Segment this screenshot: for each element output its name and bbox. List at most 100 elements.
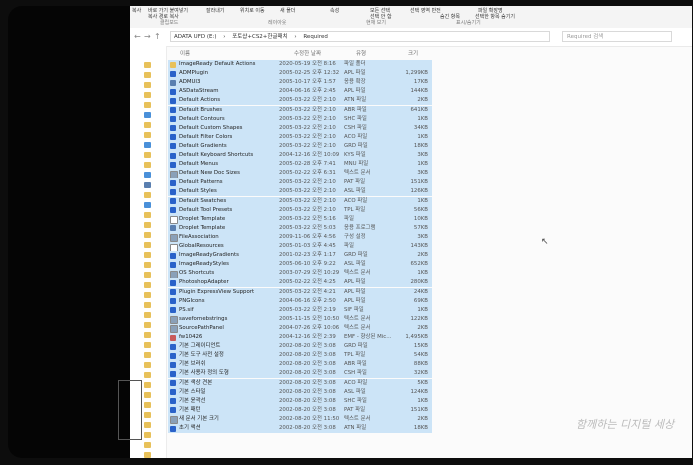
folder-icon[interactable] xyxy=(144,302,151,308)
file-row[interactable]: Default Gradients 2005-03-22 오전 2:10 GRD 파… xyxy=(168,141,432,151)
file-row[interactable]: ImageReadyStyles 2005-06-10 오후 9:22 ASL 파일… xyxy=(168,260,432,270)
ribbon-copy[interactable]: 복사 xyxy=(132,7,141,14)
breadcrumb-current[interactable]: Required xyxy=(303,34,327,40)
folder-icon[interactable] xyxy=(144,232,151,238)
column-date[interactable]: 수정한 날짜 xyxy=(294,49,321,57)
search-input[interactable]: Required 검색 xyxy=(562,31,672,42)
file-row[interactable]: 초기 액션 2002-08-20 오전 3:08 ATN 파일 18KB xyxy=(168,424,432,434)
folder-icon[interactable] xyxy=(144,122,151,128)
folder-icon[interactable] xyxy=(144,282,151,288)
folder-icon[interactable] xyxy=(144,292,151,298)
file-row[interactable]: Default Filter Colors 2005-03-22 오전 2:10 A… xyxy=(168,132,432,142)
folder-icon[interactable] xyxy=(144,432,151,438)
folder-icon[interactable] xyxy=(144,162,151,168)
file-row[interactable]: ImageReadyGradients 2001-02-23 오후 1:17 GRD… xyxy=(168,251,432,261)
folder-icon[interactable] xyxy=(144,372,151,378)
file-row[interactable]: 기본 스타일 2002-08-20 오전 3:08 ASL 파일 124KB xyxy=(168,387,432,397)
file-row[interactable]: 기본 색상 견본 2002-08-20 오전 3:08 ACO 파일 5KB xyxy=(168,378,432,388)
file-row[interactable]: Default Contours 2005-03-22 오전 2:10 SHC 파일… xyxy=(168,114,432,124)
ribbon-properties[interactable]: 속성 xyxy=(330,7,339,14)
file-row[interactable]: Default Keyboard Shortcuts 2004-12-16 오전 … xyxy=(168,151,432,161)
folder-icon[interactable] xyxy=(144,252,151,258)
folder-icon[interactable] xyxy=(144,82,151,88)
folder-icon[interactable] xyxy=(144,72,151,78)
drive-icon[interactable] xyxy=(144,142,151,148)
folder-icon[interactable] xyxy=(144,132,151,138)
file-row[interactable]: Default Styles 2005-03-22 오전 2:10 ASL 파일 12… xyxy=(168,187,432,197)
up-arrow-icon[interactable]: ↑ xyxy=(154,32,161,41)
breadcrumb-folder[interactable]: 포토샵+CS2+한글패치 xyxy=(232,34,287,40)
folder-icon[interactable] xyxy=(144,452,151,458)
folder-icon[interactable] xyxy=(144,212,151,218)
file-row[interactable]: Default Actions 2005-03-22 오전 2:10 ATN 파일 2… xyxy=(168,96,432,106)
column-name[interactable]: 이름 xyxy=(180,49,190,57)
file-row[interactable]: Plugin ExpressView Support 2005-03-22 오전 … xyxy=(168,287,432,297)
folder-icon[interactable] xyxy=(144,402,151,408)
column-size[interactable]: 크기 xyxy=(408,49,418,57)
file-row[interactable]: Default Patterns 2005-03-22 오전 2:10 PAT 파일… xyxy=(168,178,432,188)
breadcrumb[interactable]: ADATA UFD (E:) › 포토샵+CS2+한글패치 › Required xyxy=(170,31,550,42)
file-row[interactable]: PNGIcons 2004-06-16 오후 2:50 APL 파일 69KB xyxy=(168,296,432,306)
folder-icon[interactable] xyxy=(144,192,151,198)
ribbon-invert-selection[interactable]: 선택 영역 반전 xyxy=(410,7,441,14)
file-row[interactable]: OS Shortcuts 2003-07-29 오전 10:29 텍스트 문서 1KB xyxy=(168,269,432,279)
file-row[interactable]: ImageReady Default Actions 2020-05-19 오전 … xyxy=(168,60,432,70)
folder-icon[interactable] xyxy=(144,352,151,358)
file-row[interactable]: 기본 패턴 2002-08-20 오전 3:08 PAT 파일 151KB xyxy=(168,405,432,415)
file-row[interactable]: Default Custom Shapes 2005-03-22 오전 2:10 C… xyxy=(168,123,432,133)
file-row[interactable]: Default Tool Presets 2005-03-22 오전 2:10 TP… xyxy=(168,205,432,215)
file-row[interactable]: ADMPlugin 2005-02-25 오후 12:32 APL 파일 1,299K… xyxy=(168,69,432,79)
ribbon-move-to[interactable]: 위치로 이동 xyxy=(240,7,265,14)
file-row[interactable]: 기본 도구 사전 설정 2002-08-20 오전 3:08 TPL 파일 54KB xyxy=(168,351,432,361)
column-type[interactable]: 유형 xyxy=(356,49,366,57)
folder-icon[interactable] xyxy=(144,152,151,158)
folder-icon[interactable] xyxy=(144,312,151,318)
file-row[interactable]: Droplet Template 2005-03-22 오전 5:16 파일 10KB xyxy=(168,214,432,225)
ribbon-cut[interactable]: 잘라내기 xyxy=(206,7,224,14)
folder-icon[interactable] xyxy=(144,342,151,348)
folder-icon[interactable] xyxy=(144,442,151,448)
folder-icon[interactable] xyxy=(144,102,151,108)
folder-icon[interactable] xyxy=(144,422,151,428)
file-row[interactable]: 기본 사용자 정의 도형 2002-08-20 오전 3:08 CSH 파일 32KB xyxy=(168,369,432,379)
folder-icon[interactable] xyxy=(144,92,151,98)
file-row[interactable]: Default New Doc Sizes 2005-02-22 오후 6:31 텍… xyxy=(168,169,432,179)
file-row[interactable]: ADMUI3 2005-10-17 오후 1:57 응용 확장 17KB xyxy=(168,78,432,88)
drive-icon[interactable] xyxy=(144,112,151,118)
file-row[interactable]: savefornebstrings 2005-11-15 오전 10:50 텍스트 … xyxy=(168,314,432,325)
file-row[interactable]: 기본 브러쉬 2002-08-20 오전 3:08 ABR 파일 88KB xyxy=(168,360,432,370)
file-row[interactable]: fw10426 2004-12-16 오전 2:39 EMF - 향상된 Mic..… xyxy=(168,333,432,343)
file-row[interactable]: GlobalResources 2005-01-03 오후 4:45 파일 143KB xyxy=(168,242,432,252)
forward-arrow-icon[interactable]: → xyxy=(144,32,151,41)
ribbon-hide-selected[interactable]: 선택한 항목 숨기기 xyxy=(475,13,515,20)
file-row[interactable]: 기본 그레이디언트 2002-08-20 오전 3:08 GRD 파일 15KB xyxy=(168,342,432,352)
folder-icon[interactable] xyxy=(144,412,151,418)
folder-icon[interactable] xyxy=(144,392,151,398)
folder-icon[interactable] xyxy=(144,322,151,328)
drive-icon[interactable] xyxy=(144,202,151,208)
file-row[interactable]: Droplet Template 2005-03-22 오전 5:03 응용 프로그… xyxy=(168,223,432,233)
file-row[interactable]: 기본 윤곽선 2002-08-20 오전 3:08 SHC 파일 1KB xyxy=(168,396,432,406)
file-row[interactable]: ASDataStream 2004-06-16 오후 2:45 APL 파일 144K… xyxy=(168,87,432,97)
file-row[interactable]: Default Menus 2005-02-28 오후 7:41 MNU 파일 1KB xyxy=(168,160,432,170)
file-row[interactable]: Default Swatches 2005-03-22 오전 2:10 ACO 파일… xyxy=(168,196,432,206)
back-arrow-icon[interactable]: ← xyxy=(134,32,141,41)
folder-icon[interactable] xyxy=(144,262,151,268)
file-row[interactable]: PS.sif 2005-03-22 오전 2:19 SIF 파일 1KB xyxy=(168,305,432,315)
file-row[interactable]: Default Brushes 2005-03-22 오전 2:10 ABR 파일 6… xyxy=(168,105,432,115)
folder-icon[interactable] xyxy=(144,242,151,248)
folder-icon[interactable] xyxy=(144,382,151,388)
file-row[interactable]: FileAssociation 2009-11-06 오후 4:56 구성 설정 3K… xyxy=(168,232,432,243)
folder-icon[interactable] xyxy=(144,332,151,338)
folder-icon[interactable] xyxy=(144,222,151,228)
drive-icon[interactable] xyxy=(144,182,151,188)
file-row[interactable]: SourcePathPanel 2004-07-26 오후 10:06 텍스트 문서… xyxy=(168,323,432,334)
file-row[interactable]: PhotoshopAdapter 2005-02-22 오전 4:25 APL 파일… xyxy=(168,278,432,288)
breadcrumb-drive[interactable]: ADATA UFD (E:) xyxy=(174,34,216,40)
file-row[interactable]: 새 문서 기본 크기 2002-08-20 오전 11:50 텍스트 문서 2KB xyxy=(168,414,432,425)
ribbon-new-folder[interactable]: 새 폴더 xyxy=(280,7,295,14)
folder-icon[interactable] xyxy=(144,62,151,68)
drive-icon[interactable] xyxy=(144,172,151,178)
folder-icon[interactable] xyxy=(144,362,151,368)
folder-icon[interactable] xyxy=(144,272,151,278)
